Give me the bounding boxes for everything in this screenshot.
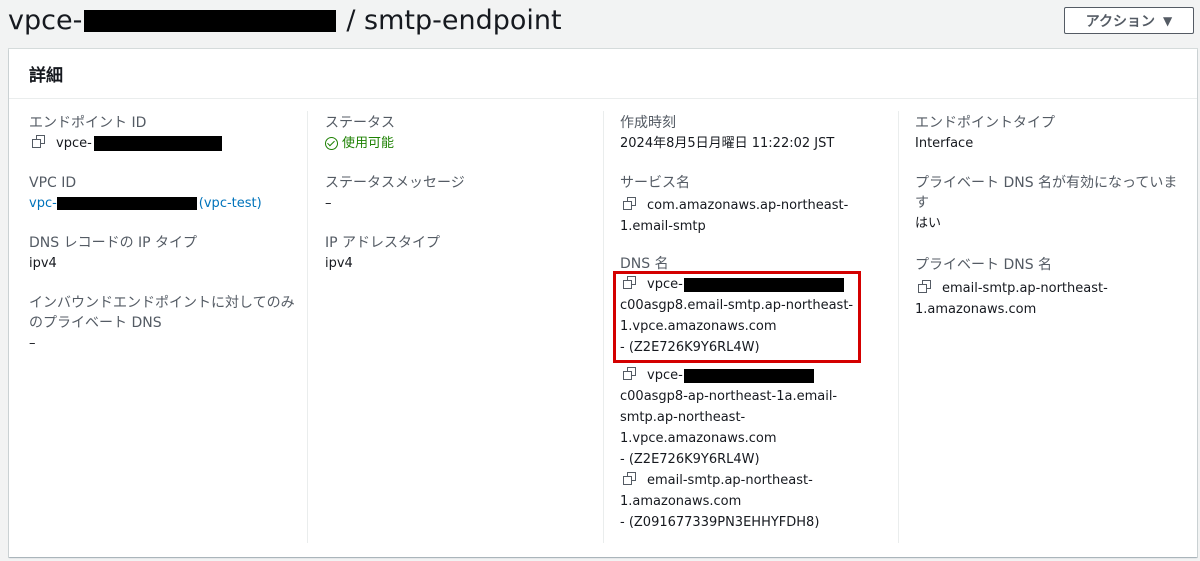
status-value: 使用可能 [342, 136, 395, 151]
copy-icon[interactable] [623, 472, 637, 486]
ip-address-type-field: IP アドレスタイプ ipv4 [325, 233, 593, 274]
private-dns-name-value: email-smtp.ap-northeast- 1.amazonaws.com [915, 278, 1183, 320]
details-panel: 詳細 エンドポイント ID vpce- VPC ID vpc- (vpc-test… [9, 49, 1197, 557]
private-dns-name-label: プライベート DNS 名 [915, 257, 1053, 273]
status-field: ステータス 使用可能 [325, 113, 593, 154]
page-title-suffix: / smtp-endpoint [346, 5, 562, 36]
copy-icon[interactable] [32, 135, 46, 149]
endpoint-id-field: エンドポイント ID vpce- [29, 113, 297, 154]
service-name-line: com.amazonaws.ap-northeast- [647, 198, 849, 213]
dns-name-line: 1.vpce.amazonaws.com [620, 431, 777, 446]
copy-icon[interactable] [918, 280, 932, 294]
dns-record-ip-type-value: ipv4 [29, 256, 57, 271]
service-name-value: com.amazonaws.ap-northeast- 1.email-smtp [620, 195, 888, 237]
endpoint-type-value: Interface [915, 136, 974, 151]
dns-record-ip-type-field: DNS レコードの IP タイプ ipv4 [29, 233, 297, 274]
private-dns-enabled-label: プライベート DNS 名が有効になっています [915, 175, 1178, 211]
private-dns-name-field: プライベート DNS 名 email-smtp.ap-northeast- 1.… [915, 255, 1183, 320]
status-message-label: ステータスメッセージ [325, 175, 465, 191]
copy-icon[interactable] [623, 197, 637, 211]
check-circle-icon [325, 137, 338, 150]
dns-name-line: smtp.ap-northeast- [620, 410, 746, 425]
status-label: ステータス [325, 115, 395, 131]
created-time-field: 作成時刻 2024年8月5日月曜日 11:22:02 JST [620, 113, 888, 154]
highlight-box [613, 271, 861, 363]
status-message-field: ステータスメッセージ – [325, 173, 593, 214]
dns-name-line: 1.amazonaws.com [620, 494, 742, 509]
vpc-id-field: VPC ID vpc- (vpc-test) [29, 173, 297, 214]
service-name-line: 1.email-smtp [620, 219, 706, 234]
vpc-id-name: (vpc-test) [198, 196, 262, 211]
vpc-id-label: VPC ID [29, 175, 77, 191]
private-dns-enabled-field: プライベート DNS 名が有効になっています はい [915, 173, 1183, 234]
endpoint-type-field: エンドポイントタイプ Interface [915, 113, 1183, 154]
actions-button-label: アクション [1085, 13, 1156, 30]
page-title: vpce- / smtp-endpoint [8, 4, 562, 38]
ip-address-type-label: IP アドレスタイプ [325, 235, 441, 251]
inbound-private-dns-field: インバウンドエンドポイントに対してのみのプライベート DNS – [29, 293, 297, 354]
endpoint-type-label: エンドポイントタイプ [915, 115, 1055, 131]
endpoint-id-label: エンドポイント ID [29, 115, 147, 131]
actions-button[interactable]: アクション ▼ [1064, 7, 1194, 34]
caret-down-icon: ▼ [1163, 13, 1173, 28]
column-divider [307, 111, 308, 543]
page-title-prefix: vpce- [8, 5, 83, 36]
details-column-4: エンドポイントタイプ Interface プライベート DNS 名が有効になって… [915, 111, 1185, 545]
inbound-private-dns-value: – [29, 336, 36, 351]
redacted-endpoint-id [84, 10, 337, 32]
dns-name-prefix: email-smtp.ap-northeast- [647, 473, 813, 488]
dns-name-entry: vpce- c00asgp8-ap-northeast-1a.email- sm… [620, 365, 888, 470]
vpc-id-prefix: vpc- [29, 196, 57, 211]
created-time-label: 作成時刻 [620, 115, 676, 131]
vpc-id-link[interactable]: vpc- (vpc-test) [29, 193, 297, 214]
details-panel-title: 詳細 [9, 49, 1197, 99]
private-dns-enabled-value: はい [915, 216, 942, 231]
redacted-dns-id [683, 368, 814, 383]
dns-name-line: c00asgp8-ap-northeast-1a.email- [620, 389, 838, 404]
ip-address-type-value: ipv4 [325, 256, 353, 271]
inbound-private-dns-label: インバウンドエンドポイントに対してのみのプライベート DNS [29, 295, 295, 331]
column-divider [603, 111, 604, 543]
service-name-field: サービス名 com.amazonaws.ap-northeast- 1.emai… [620, 173, 888, 237]
dns-name-entry: email-smtp.ap-northeast- 1.amazonaws.com… [620, 470, 888, 533]
status-message-value: – [325, 196, 332, 211]
details-column-1: エンドポイント ID vpce- VPC ID vpc- (vpc-test) D… [29, 111, 299, 545]
endpoint-id-prefix: vpce- [56, 136, 92, 151]
private-dns-name-line: 1.amazonaws.com [915, 302, 1037, 317]
page-header: vpce- / smtp-endpoint アクション ▼ [0, 0, 1200, 44]
column-divider [898, 111, 899, 543]
dns-record-ip-type-label: DNS レコードの IP タイプ [29, 235, 198, 251]
endpoint-id-value: vpce- [29, 133, 297, 154]
status-badge: 使用可能 [325, 133, 593, 154]
dns-name-line: - (Z091677339PN3EHHYFDH8) [620, 515, 820, 530]
private-dns-name-line: email-smtp.ap-northeast- [942, 281, 1108, 296]
copy-icon[interactable] [623, 367, 637, 381]
dns-name-prefix: vpce- [647, 368, 683, 383]
redacted-vpc-id [56, 197, 197, 210]
service-name-label: サービス名 [620, 175, 690, 191]
details-column-2: ステータス 使用可能 ステータスメッセージ – IP アドレスタイプ ipv4 [325, 111, 595, 545]
redacted-endpoint-id-value [93, 136, 222, 151]
created-time-value: 2024年8月5日月曜日 11:22:02 JST [620, 136, 835, 151]
dns-name-line: - (Z2E726K9Y6RL4W) [620, 452, 760, 467]
